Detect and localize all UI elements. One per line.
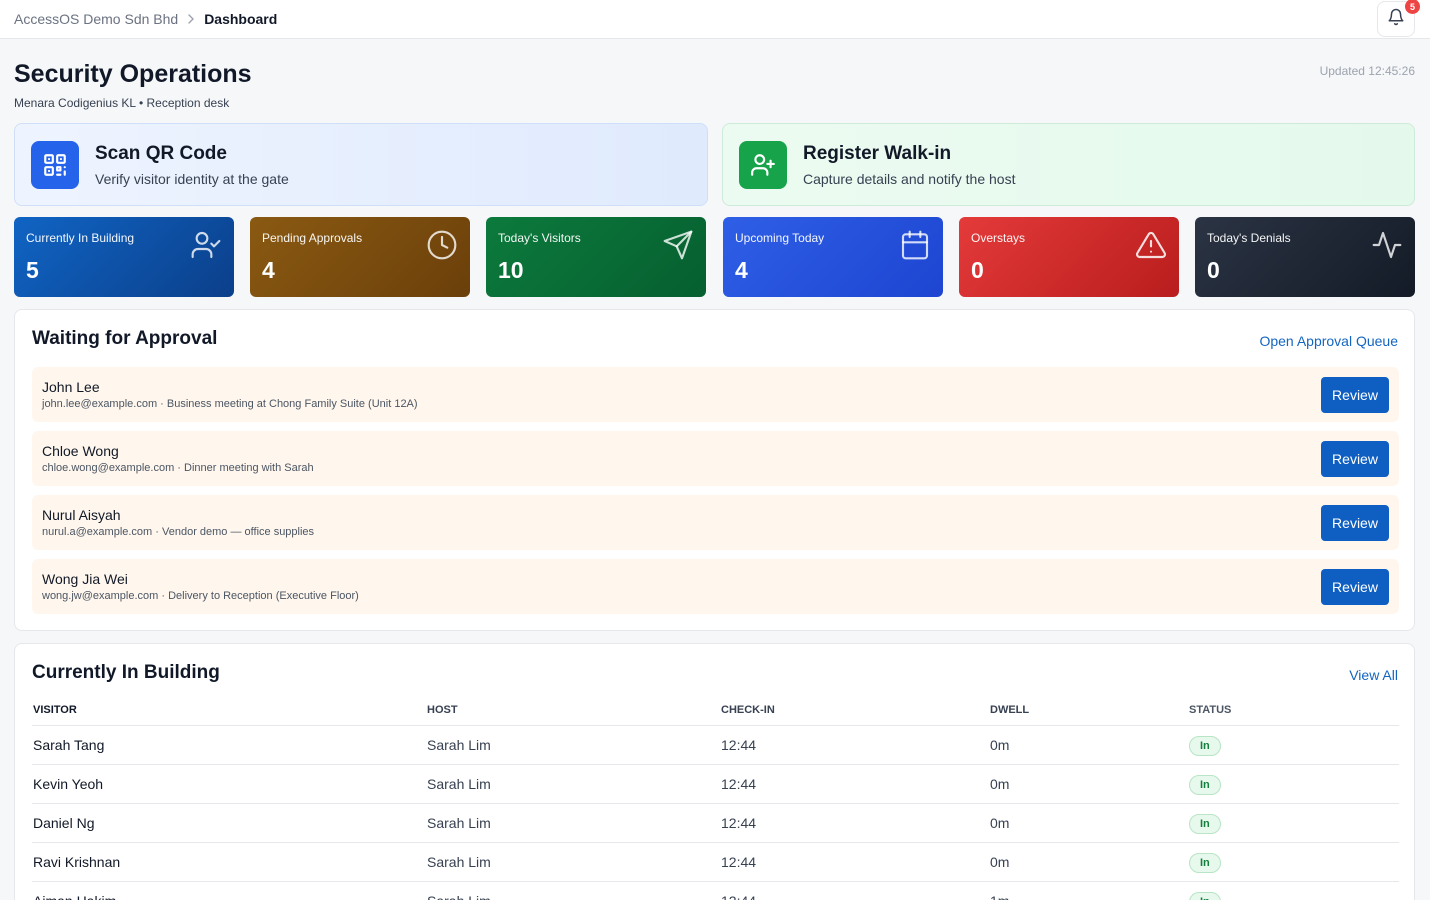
cell-check-in: 12:44 xyxy=(721,815,757,831)
visitor-meta: chloe.wong@example.com · Dinner meeting … xyxy=(42,462,314,474)
cell-check-in: 12:44 xyxy=(721,737,757,753)
cell-host: Sarah Lim xyxy=(427,815,491,831)
top-bar: AccessOS Demo Sdn Bhd Dashboard 5 xyxy=(0,0,1430,39)
table-row[interactable]: Kevin Yeoh Sarah Lim 12:44 0m In xyxy=(32,765,1399,804)
activity-icon xyxy=(1371,229,1403,266)
breadcrumb-current: Dashboard xyxy=(204,11,278,27)
scan-qr-description: Verify visitor identity at the gate xyxy=(95,170,289,187)
page-subtitle: Menara Codigenius KL • Reception desk xyxy=(14,96,230,110)
cell-host: Sarah Lim xyxy=(427,882,491,900)
cell-dwell: 0m xyxy=(990,815,1010,831)
stat-upcoming-today[interactable]: Upcoming Today 4 xyxy=(723,217,943,297)
register-walkin-card[interactable]: Register Walk-in Capture details and not… xyxy=(722,123,1415,206)
review-button[interactable]: Review xyxy=(1321,441,1389,477)
approval-item: Nurul Aisyah nurul.a@example.com · Vendo… xyxy=(32,495,1399,550)
review-button[interactable]: Review xyxy=(1321,377,1389,413)
cell-visitor: Daniel Ng xyxy=(33,815,95,831)
visitor-name: Chloe Wong xyxy=(42,443,119,459)
table-row[interactable]: Sarah Tang Sarah Lim 12:44 0m In xyxy=(32,726,1399,765)
cell-visitor: Aiman Hakim xyxy=(33,882,116,900)
status-badge: In xyxy=(1189,814,1221,835)
notification-count-badge: 5 xyxy=(1405,0,1420,14)
breadcrumb-org[interactable]: AccessOS Demo Sdn Bhd xyxy=(14,11,178,27)
status-badge: In xyxy=(1189,853,1221,874)
breadcrumb: AccessOS Demo Sdn Bhd Dashboard xyxy=(14,11,277,27)
scan-qr-card[interactable]: Scan QR Code Verify visitor identity at … xyxy=(14,123,708,206)
open-approval-queue-link[interactable]: Open Approval Queue xyxy=(1259,333,1398,349)
register-walkin-description: Capture details and notify the host xyxy=(803,170,1016,187)
cell-visitor: Kevin Yeoh xyxy=(33,776,104,792)
column-header-host[interactable]: HOST xyxy=(427,703,458,717)
status-badge: In xyxy=(1189,892,1221,900)
stat-pending-approvals[interactable]: Pending Approvals 4 xyxy=(250,217,470,297)
status-badge: In xyxy=(1189,775,1221,796)
stat-overstays[interactable]: Overstays 0 xyxy=(959,217,1179,297)
cell-dwell: 0m xyxy=(990,776,1010,792)
visitor-meta: wong.jw@example.com · Delivery to Recept… xyxy=(42,590,359,602)
status-badge: In xyxy=(1189,736,1221,757)
calendar-icon xyxy=(899,229,931,266)
approval-item: John Lee john.lee@example.com · Business… xyxy=(32,367,1399,422)
stat-todays-denials[interactable]: Today's Denials 0 xyxy=(1195,217,1415,297)
cell-dwell: 1m xyxy=(990,882,1009,900)
scan-qr-title: Scan QR Code xyxy=(95,142,227,164)
approval-panel-title: Waiting for Approval xyxy=(32,328,218,349)
notifications-button[interactable]: 5 xyxy=(1377,0,1420,37)
approval-item: Chloe Wong chloe.wong@example.com · Dinn… xyxy=(32,431,1399,486)
table-header: VISITOR HOST CHECK-IN DWELL STATUS xyxy=(32,703,1399,726)
send-icon xyxy=(662,229,694,266)
cell-status: In xyxy=(1189,804,1221,843)
cell-host: Sarah Lim xyxy=(427,737,491,753)
column-header-status[interactable]: STATUS xyxy=(1189,703,1231,717)
cell-visitor: Sarah Tang xyxy=(33,737,105,753)
cell-visitor: Ravi Krishnan xyxy=(33,854,121,870)
stat-todays-visitors[interactable]: Today's Visitors 10 xyxy=(486,217,706,297)
review-button[interactable]: Review xyxy=(1321,569,1389,605)
table-row[interactable]: Aiman Hakim Sarah Lim 12:44 1m In xyxy=(32,882,1399,900)
cell-check-in: 12:44 xyxy=(721,776,757,792)
cell-status: In xyxy=(1189,843,1221,882)
chevron-right-icon xyxy=(187,12,195,27)
clock-icon xyxy=(426,229,458,266)
approval-panel: Waiting for Approval Open Approval Queue… xyxy=(14,309,1415,631)
table-row[interactable]: Ravi Krishnan Sarah Lim 12:44 0m In xyxy=(32,843,1399,882)
table-row[interactable]: Daniel Ng Sarah Lim 12:44 0m In xyxy=(32,804,1399,843)
visitor-name: John Lee xyxy=(42,379,100,395)
building-panel: Currently In Building View All VISITOR H… xyxy=(14,643,1415,900)
bell-icon xyxy=(1387,8,1405,31)
visitor-name: Wong Jia Wei xyxy=(42,571,128,587)
cell-check-in: 12:44 xyxy=(721,854,757,870)
visitor-meta: nurul.a@example.com · Vendor demo — offi… xyxy=(42,526,315,538)
column-header-visitor[interactable]: VISITOR xyxy=(33,703,77,717)
cell-status: In xyxy=(1189,726,1221,765)
last-updated: Updated 12:45:26 xyxy=(1319,64,1415,78)
cell-dwell: 0m xyxy=(990,737,1010,753)
stat-currently-in-building[interactable]: Currently In Building 5 xyxy=(14,217,234,297)
qr-code-icon xyxy=(31,140,79,189)
building-panel-title: Currently In Building xyxy=(32,662,220,683)
cell-host: Sarah Lim xyxy=(427,776,491,792)
cell-status: In xyxy=(1189,765,1221,804)
visitor-meta: john.lee@example.com · Business meeting … xyxy=(42,398,418,410)
cell-host: Sarah Lim xyxy=(427,854,491,870)
cell-status: In xyxy=(1189,882,1221,900)
register-walkin-title: Register Walk-in xyxy=(803,142,952,164)
page-title: Security Operations xyxy=(14,60,252,88)
column-header-check-in[interactable]: CHECK-IN xyxy=(721,703,775,717)
user-check-icon xyxy=(190,229,222,266)
visitor-name: Nurul Aisyah xyxy=(42,507,121,523)
user-plus-icon xyxy=(739,140,787,189)
approval-item: Wong Jia Wei wong.jw@example.com · Deliv… xyxy=(32,559,1399,614)
cell-check-in: 12:44 xyxy=(721,882,756,900)
column-header-dwell[interactable]: DWELL xyxy=(990,703,1029,717)
review-button[interactable]: Review xyxy=(1321,505,1389,541)
cell-dwell: 0m xyxy=(990,854,1010,870)
view-all-link[interactable]: View All xyxy=(1349,667,1398,683)
alert-triangle-icon xyxy=(1135,229,1167,266)
